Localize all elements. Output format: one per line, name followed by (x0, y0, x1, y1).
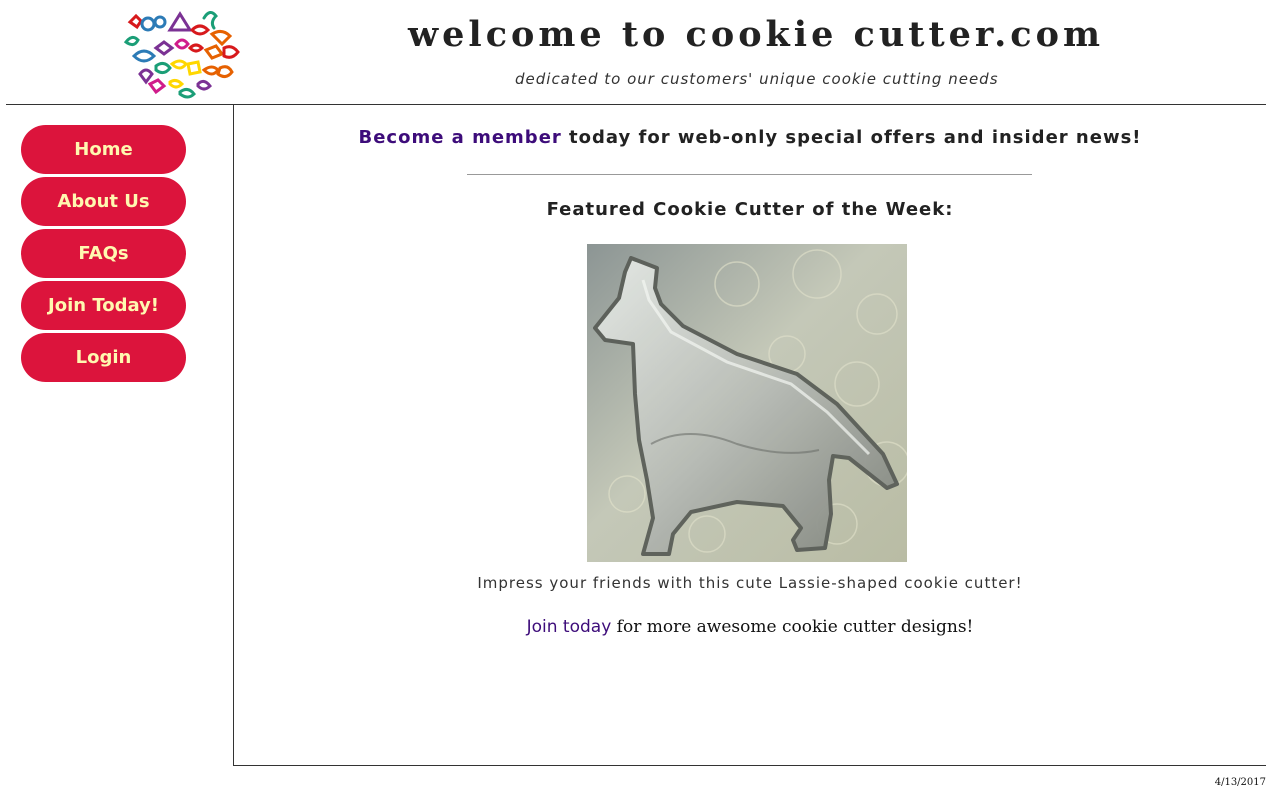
dog-cookie-cutter-photo-icon (587, 244, 907, 562)
page: welcome to cookie cutter.com dedicated t… (0, 0, 1275, 796)
promo-banner: Become a member today for web-only speci… (234, 127, 1266, 148)
featured-heading: Featured Cookie Cutter of the Week: (546, 199, 954, 220)
nav-home-button[interactable]: Home (21, 125, 186, 174)
site-title: welcome to cookie cutter.com (408, 14, 1104, 55)
nav-join-today-button[interactable]: Join Today! (21, 281, 186, 330)
cookie-cutter-shapes-logo-icon[interactable] (120, 4, 246, 100)
join-promo-text: for more awesome cookie cutter designs! (611, 617, 974, 637)
nav-about-us-button[interactable]: About Us (21, 177, 186, 226)
become-member-link[interactable]: Become a member (358, 127, 561, 148)
site-header: welcome to cookie cutter.com dedicated t… (0, 0, 1275, 105)
footer-divider (233, 765, 1266, 766)
join-today-link[interactable]: Join today (527, 617, 612, 637)
content-divider (467, 174, 1032, 175)
sidebar-nav: Home About Us FAQs Join Today! Login (0, 105, 233, 765)
featured-caption: Impress your friends with this cute Lass… (477, 574, 1023, 592)
join-promo-line: Join today for more awesome cookie cutte… (234, 617, 1266, 637)
promo-text: today for web-only special offers and in… (561, 127, 1142, 148)
nav-faqs-button[interactable]: FAQs (21, 229, 186, 278)
main-content: Become a member today for web-only speci… (234, 105, 1266, 765)
nav-login-button[interactable]: Login (21, 333, 186, 382)
site-tagline: dedicated to our customers' unique cooki… (515, 70, 999, 88)
footer-date: 4/13/2017 (1214, 777, 1266, 788)
